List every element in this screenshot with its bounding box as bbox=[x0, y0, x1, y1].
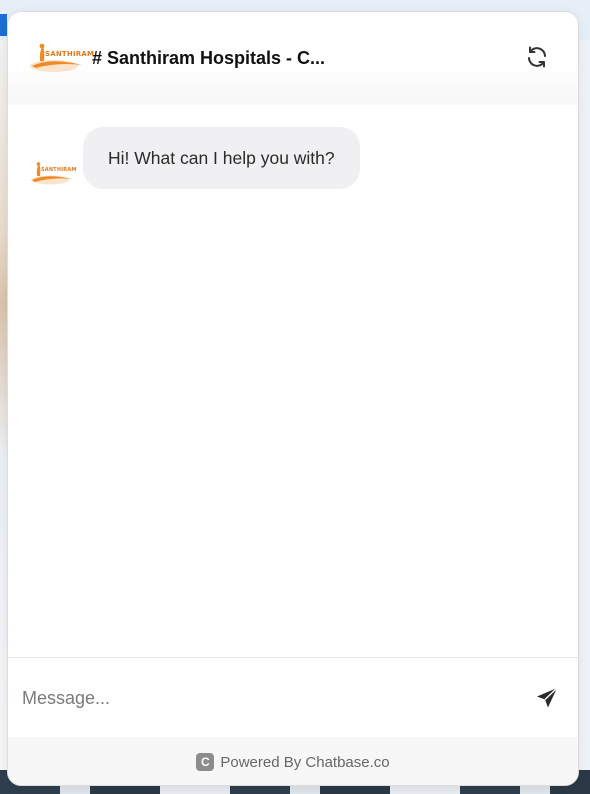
avatar-wordmark: SANTHIRAM bbox=[41, 167, 77, 173]
powered-by-link[interactable]: C Powered By Chatbase.co bbox=[196, 753, 390, 771]
chat-footer: C Powered By Chatbase.co bbox=[8, 737, 578, 785]
chat-widget: SANTHIRAM # Santhiram Hospitals - C... S… bbox=[7, 11, 579, 786]
logo-wordmark: SANTHIRAM bbox=[45, 49, 95, 58]
chatbase-logo-icon: C bbox=[196, 753, 215, 771]
send-button[interactable] bbox=[534, 685, 560, 711]
message-list: SANTHIRAM Hi! What can I help you with? bbox=[8, 105, 578, 657]
chat-header: SANTHIRAM # Santhiram Hospitals - C... bbox=[8, 12, 578, 105]
background-page-element bbox=[0, 14, 7, 36]
bot-avatar: SANTHIRAM bbox=[30, 159, 77, 189]
bot-message: SANTHIRAM Hi! What can I help you with? bbox=[30, 127, 360, 189]
chat-title: # Santhiram Hospitals - C... bbox=[92, 48, 326, 68]
message-bubble: Hi! What can I help you with? bbox=[83, 127, 360, 189]
refresh-button[interactable] bbox=[524, 44, 550, 70]
santhiram-logo: SANTHIRAM bbox=[30, 41, 94, 77]
powered-by-label: Powered By Chatbase.co bbox=[220, 753, 390, 771]
send-icon bbox=[537, 687, 558, 708]
composer bbox=[8, 657, 578, 737]
message-input[interactable] bbox=[22, 678, 512, 718]
refresh-icon bbox=[528, 46, 546, 68]
